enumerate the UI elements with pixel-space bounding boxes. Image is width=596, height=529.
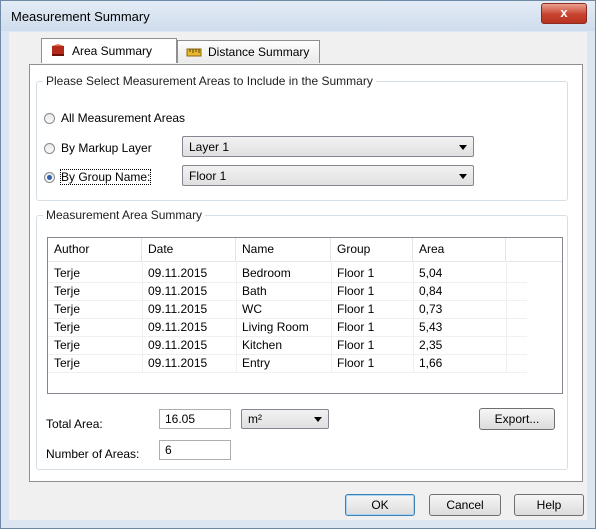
summary-group-title: Measurement Area Summary	[43, 208, 206, 222]
radio-by-group-name-label: By Group Name:	[59, 169, 152, 185]
chevron-down-icon	[314, 417, 322, 422]
chevron-down-icon	[459, 145, 467, 150]
radio-all-areas[interactable]: All Measurement Areas	[44, 111, 185, 125]
cell-group: Floor 1	[337, 320, 375, 334]
radio-by-group-name[interactable]: By Group Name:	[44, 169, 152, 185]
grid-line	[48, 336, 527, 337]
cell-group: Floor 1	[337, 356, 375, 370]
table-row[interactable]: Terje 09.11.2015 Entry Floor 1 1,66	[48, 354, 562, 372]
cell-date: 09.11.2015	[148, 338, 208, 352]
table-row[interactable]: Terje 09.11.2015 WC Floor 1 0,73	[48, 300, 562, 318]
cell-group: Floor 1	[337, 266, 375, 280]
cell-name: Living Room	[242, 320, 309, 334]
cell-date: 09.11.2015	[148, 356, 208, 370]
tab-distance-summary[interactable]: Distance Summary	[177, 40, 320, 63]
cell-date: 09.11.2015	[148, 302, 208, 316]
cell-area: 2,35	[419, 338, 443, 352]
ok-button[interactable]: OK	[345, 494, 415, 516]
column-header-author[interactable]: Author	[48, 238, 142, 261]
cell-name: Kitchen	[242, 338, 283, 352]
cell-area: 1,66	[419, 356, 443, 370]
cell-author: Terje	[54, 302, 81, 316]
cell-group: Floor 1	[337, 338, 375, 352]
group-name-value: Floor 1	[189, 168, 227, 183]
cell-author: Terje	[54, 266, 81, 280]
table-row[interactable]: Terje 09.11.2015 Bath Floor 1 0,84	[48, 282, 562, 300]
cell-date: 09.11.2015	[148, 284, 208, 298]
number-of-areas-label: Number of Areas:	[46, 447, 140, 461]
column-header-group[interactable]: Group	[331, 238, 413, 261]
distance-icon	[186, 45, 202, 59]
table-header: Author Date Name Group Area	[48, 238, 562, 262]
grid-line	[331, 261, 332, 373]
cell-date: 09.11.2015	[148, 320, 208, 334]
markup-layer-dropdown[interactable]: Layer 1	[182, 136, 474, 157]
chevron-down-icon	[459, 174, 467, 179]
help-button[interactable]: Help	[514, 494, 584, 516]
cell-group: Floor 1	[337, 284, 375, 298]
radio-all-areas-button[interactable]	[44, 112, 55, 124]
cell-name: Entry	[242, 356, 271, 370]
radio-by-markup-layer-label: By Markup Layer	[61, 141, 152, 155]
cell-author: Terje	[54, 284, 81, 298]
grid-line	[48, 282, 527, 283]
selection-group-title: Please Select Measurement Areas to Inclu…	[43, 74, 376, 88]
cell-date: 09.11.2015	[148, 266, 208, 280]
table-row[interactable]: Terje 09.11.2015 Bedroom Floor 1 5,04	[48, 264, 562, 282]
number-of-areas-field[interactable]: 6	[159, 440, 231, 460]
title-bar[interactable]: Measurement Summary x	[1, 1, 595, 31]
cell-group: Floor 1	[337, 302, 375, 316]
area-unit-value: m²	[248, 412, 262, 426]
radio-all-areas-label: All Measurement Areas	[61, 111, 186, 125]
column-header-spacer	[506, 238, 562, 261]
markup-layer-value: Layer 1	[189, 139, 230, 154]
window-title: Measurement Summary	[11, 9, 150, 24]
cell-author: Terje	[54, 338, 81, 352]
column-header-name[interactable]: Name	[236, 238, 331, 261]
cell-name: Bedroom	[242, 266, 291, 280]
grid-line	[48, 372, 527, 373]
dialog-client: Area Summary Distance Summary Please Sel…	[9, 32, 587, 520]
cell-area: 5,04	[419, 266, 443, 280]
total-area-field[interactable]: 16.05	[159, 409, 231, 429]
export-button[interactable]: Export...	[479, 408, 555, 430]
cell-area: 0,73	[419, 302, 443, 316]
close-button[interactable]: x	[541, 3, 587, 24]
cell-area: 5,43	[419, 320, 443, 334]
radio-by-group-name-button[interactable]	[44, 171, 55, 183]
grid-line	[48, 300, 527, 301]
cancel-button[interactable]: Cancel	[429, 494, 501, 516]
table-row[interactable]: Terje 09.11.2015 Living Room Floor 1 5,4…	[48, 318, 562, 336]
area-unit-dropdown[interactable]: m²	[241, 409, 329, 429]
table-row[interactable]: Terje 09.11.2015 Kitchen Floor 1 2,35	[48, 336, 562, 354]
cell-author: Terje	[54, 356, 81, 370]
cell-name: Bath	[242, 284, 267, 298]
column-header-date[interactable]: Date	[142, 238, 236, 261]
group-name-dropdown[interactable]: Floor 1	[182, 165, 474, 186]
grid-line	[48, 318, 527, 319]
grid-line	[142, 261, 143, 373]
cell-name: WC	[242, 302, 262, 316]
column-header-area[interactable]: Area	[413, 238, 506, 261]
cell-author: Terje	[54, 320, 81, 334]
cell-area: 0,84	[419, 284, 443, 298]
grid-line	[48, 354, 527, 355]
tab-area-summary[interactable]: Area Summary	[41, 38, 177, 63]
grid-line	[413, 261, 414, 373]
tab-distance-summary-label: Distance Summary	[208, 45, 310, 59]
total-area-label: Total Area:	[46, 417, 103, 431]
measurement-summary-window: Measurement Summary x Area Summary Dista…	[0, 0, 596, 529]
radio-by-markup-layer-button[interactable]	[44, 142, 55, 154]
area-summary-table[interactable]: Author Date Name Group Area Terje 09.11.…	[47, 237, 563, 394]
tab-area-summary-label: Area Summary	[72, 44, 153, 58]
area-icon	[50, 44, 66, 58]
grid-line	[236, 261, 237, 373]
radio-by-markup-layer[interactable]: By Markup Layer	[44, 141, 152, 155]
grid-line	[506, 261, 507, 373]
